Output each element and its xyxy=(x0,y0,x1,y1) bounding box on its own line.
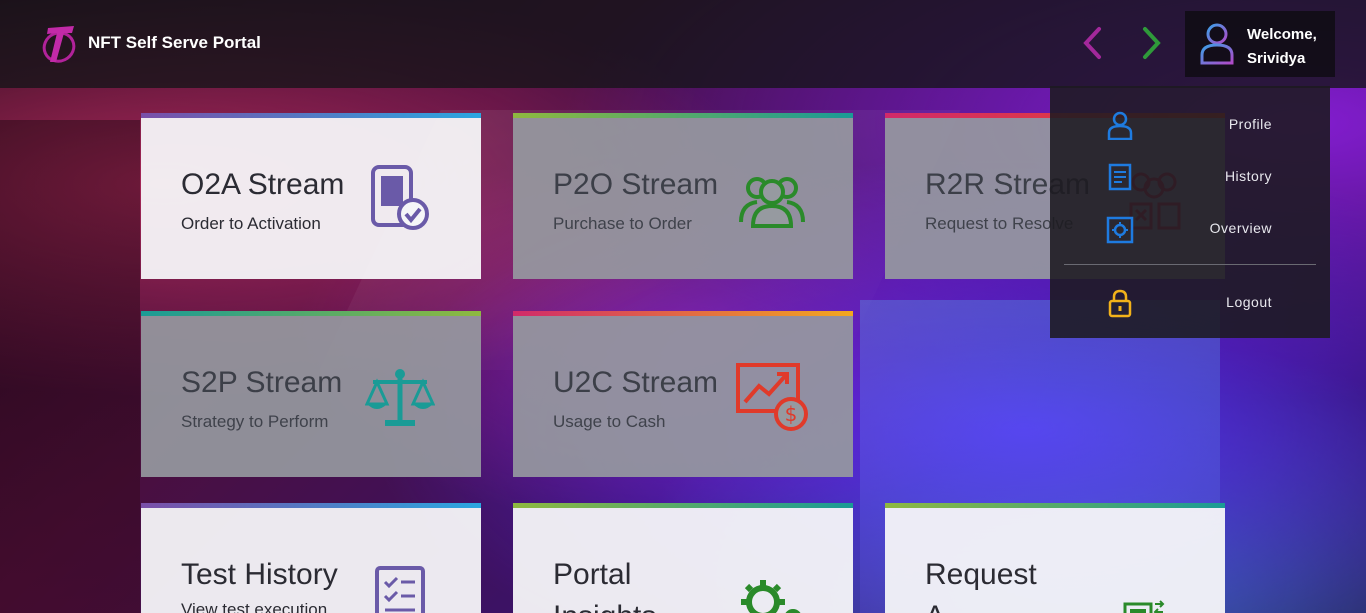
growth-dollar-icon: $ xyxy=(736,363,808,431)
card-subtitle: Usage to Cash xyxy=(553,412,666,431)
top-navigation-bar: NFT Self Serve Portal Welcome, Srividya xyxy=(0,0,1366,88)
card-portal-insights[interactable]: Portal Insights xyxy=(513,503,853,613)
history-list-icon xyxy=(1108,163,1132,191)
user-dropdown-menu: Profile History Overview Logout xyxy=(1050,86,1330,338)
card-subtitle: View test execution xyxy=(181,600,328,613)
people-group-icon xyxy=(739,177,805,228)
svg-text:$: $ xyxy=(785,402,798,426)
card-title: Request xyxy=(925,558,1037,591)
transfer-monitor-icon xyxy=(1123,600,1165,613)
app-title: NFT Self Serve Portal xyxy=(88,33,261,52)
card-request-access[interactable]: Request A xyxy=(885,503,1225,613)
mobile-check-icon xyxy=(371,165,429,230)
menu-divider xyxy=(1064,264,1316,265)
card-subtitle: Order to Activation xyxy=(181,214,321,233)
balance-scale-icon xyxy=(365,369,435,426)
menu-item-label: Profile xyxy=(1228,116,1272,132)
user-name: Srividya xyxy=(1247,50,1306,67)
menu-item-logout[interactable]: Logout xyxy=(1050,280,1330,324)
card-test-history[interactable]: Test History View test execution xyxy=(141,503,481,613)
card-title: S2P Stream xyxy=(181,366,343,399)
user-account-button[interactable]: Welcome, Srividya xyxy=(1185,11,1335,77)
menu-item-label: Overview xyxy=(1209,220,1272,236)
gear-icon xyxy=(741,580,801,613)
card-title: P2O Stream xyxy=(553,168,719,201)
card-u2c-stream[interactable]: U2C Stream Usage to Cash $ xyxy=(513,311,853,477)
card-title-line2: Insights xyxy=(553,600,656,613)
checklist-icon xyxy=(375,566,425,613)
card-title-line2: A xyxy=(925,600,945,613)
card-o2a-stream[interactable]: O2A Stream Order to Activation xyxy=(141,113,481,279)
card-title: O2A Stream xyxy=(181,168,345,201)
welcome-text: Welcome, Srividya xyxy=(1247,23,1317,71)
lock-icon xyxy=(1108,289,1132,318)
card-title: U2C Stream xyxy=(553,366,719,399)
card-s2p-stream[interactable]: S2P Stream Strategy to Perform xyxy=(141,311,481,477)
card-p2o-stream[interactable]: P2O Stream Purchase to Order xyxy=(513,113,853,279)
settings-box-icon xyxy=(1106,216,1134,244)
menu-item-label: Logout xyxy=(1226,294,1272,310)
card-title: Test History xyxy=(181,558,338,591)
chevron-right-icon[interactable] xyxy=(1139,26,1163,60)
background-shadow xyxy=(0,120,140,613)
menu-item-history[interactable]: History xyxy=(1050,154,1330,198)
card-subtitle: Purchase to Order xyxy=(553,214,692,233)
telstra-t-logo-icon[interactable] xyxy=(42,22,78,64)
user-icon xyxy=(1107,111,1133,140)
chevron-left-icon[interactable] xyxy=(1081,26,1105,60)
user-avatar-icon xyxy=(1200,23,1234,65)
menu-item-profile[interactable]: Profile xyxy=(1050,102,1330,146)
welcome-greeting: Welcome, xyxy=(1247,26,1317,43)
menu-item-label: History xyxy=(1224,168,1272,184)
card-title: Portal xyxy=(553,558,632,591)
menu-item-overview[interactable]: Overview xyxy=(1050,206,1330,250)
card-subtitle: Strategy to Perform xyxy=(181,412,329,431)
